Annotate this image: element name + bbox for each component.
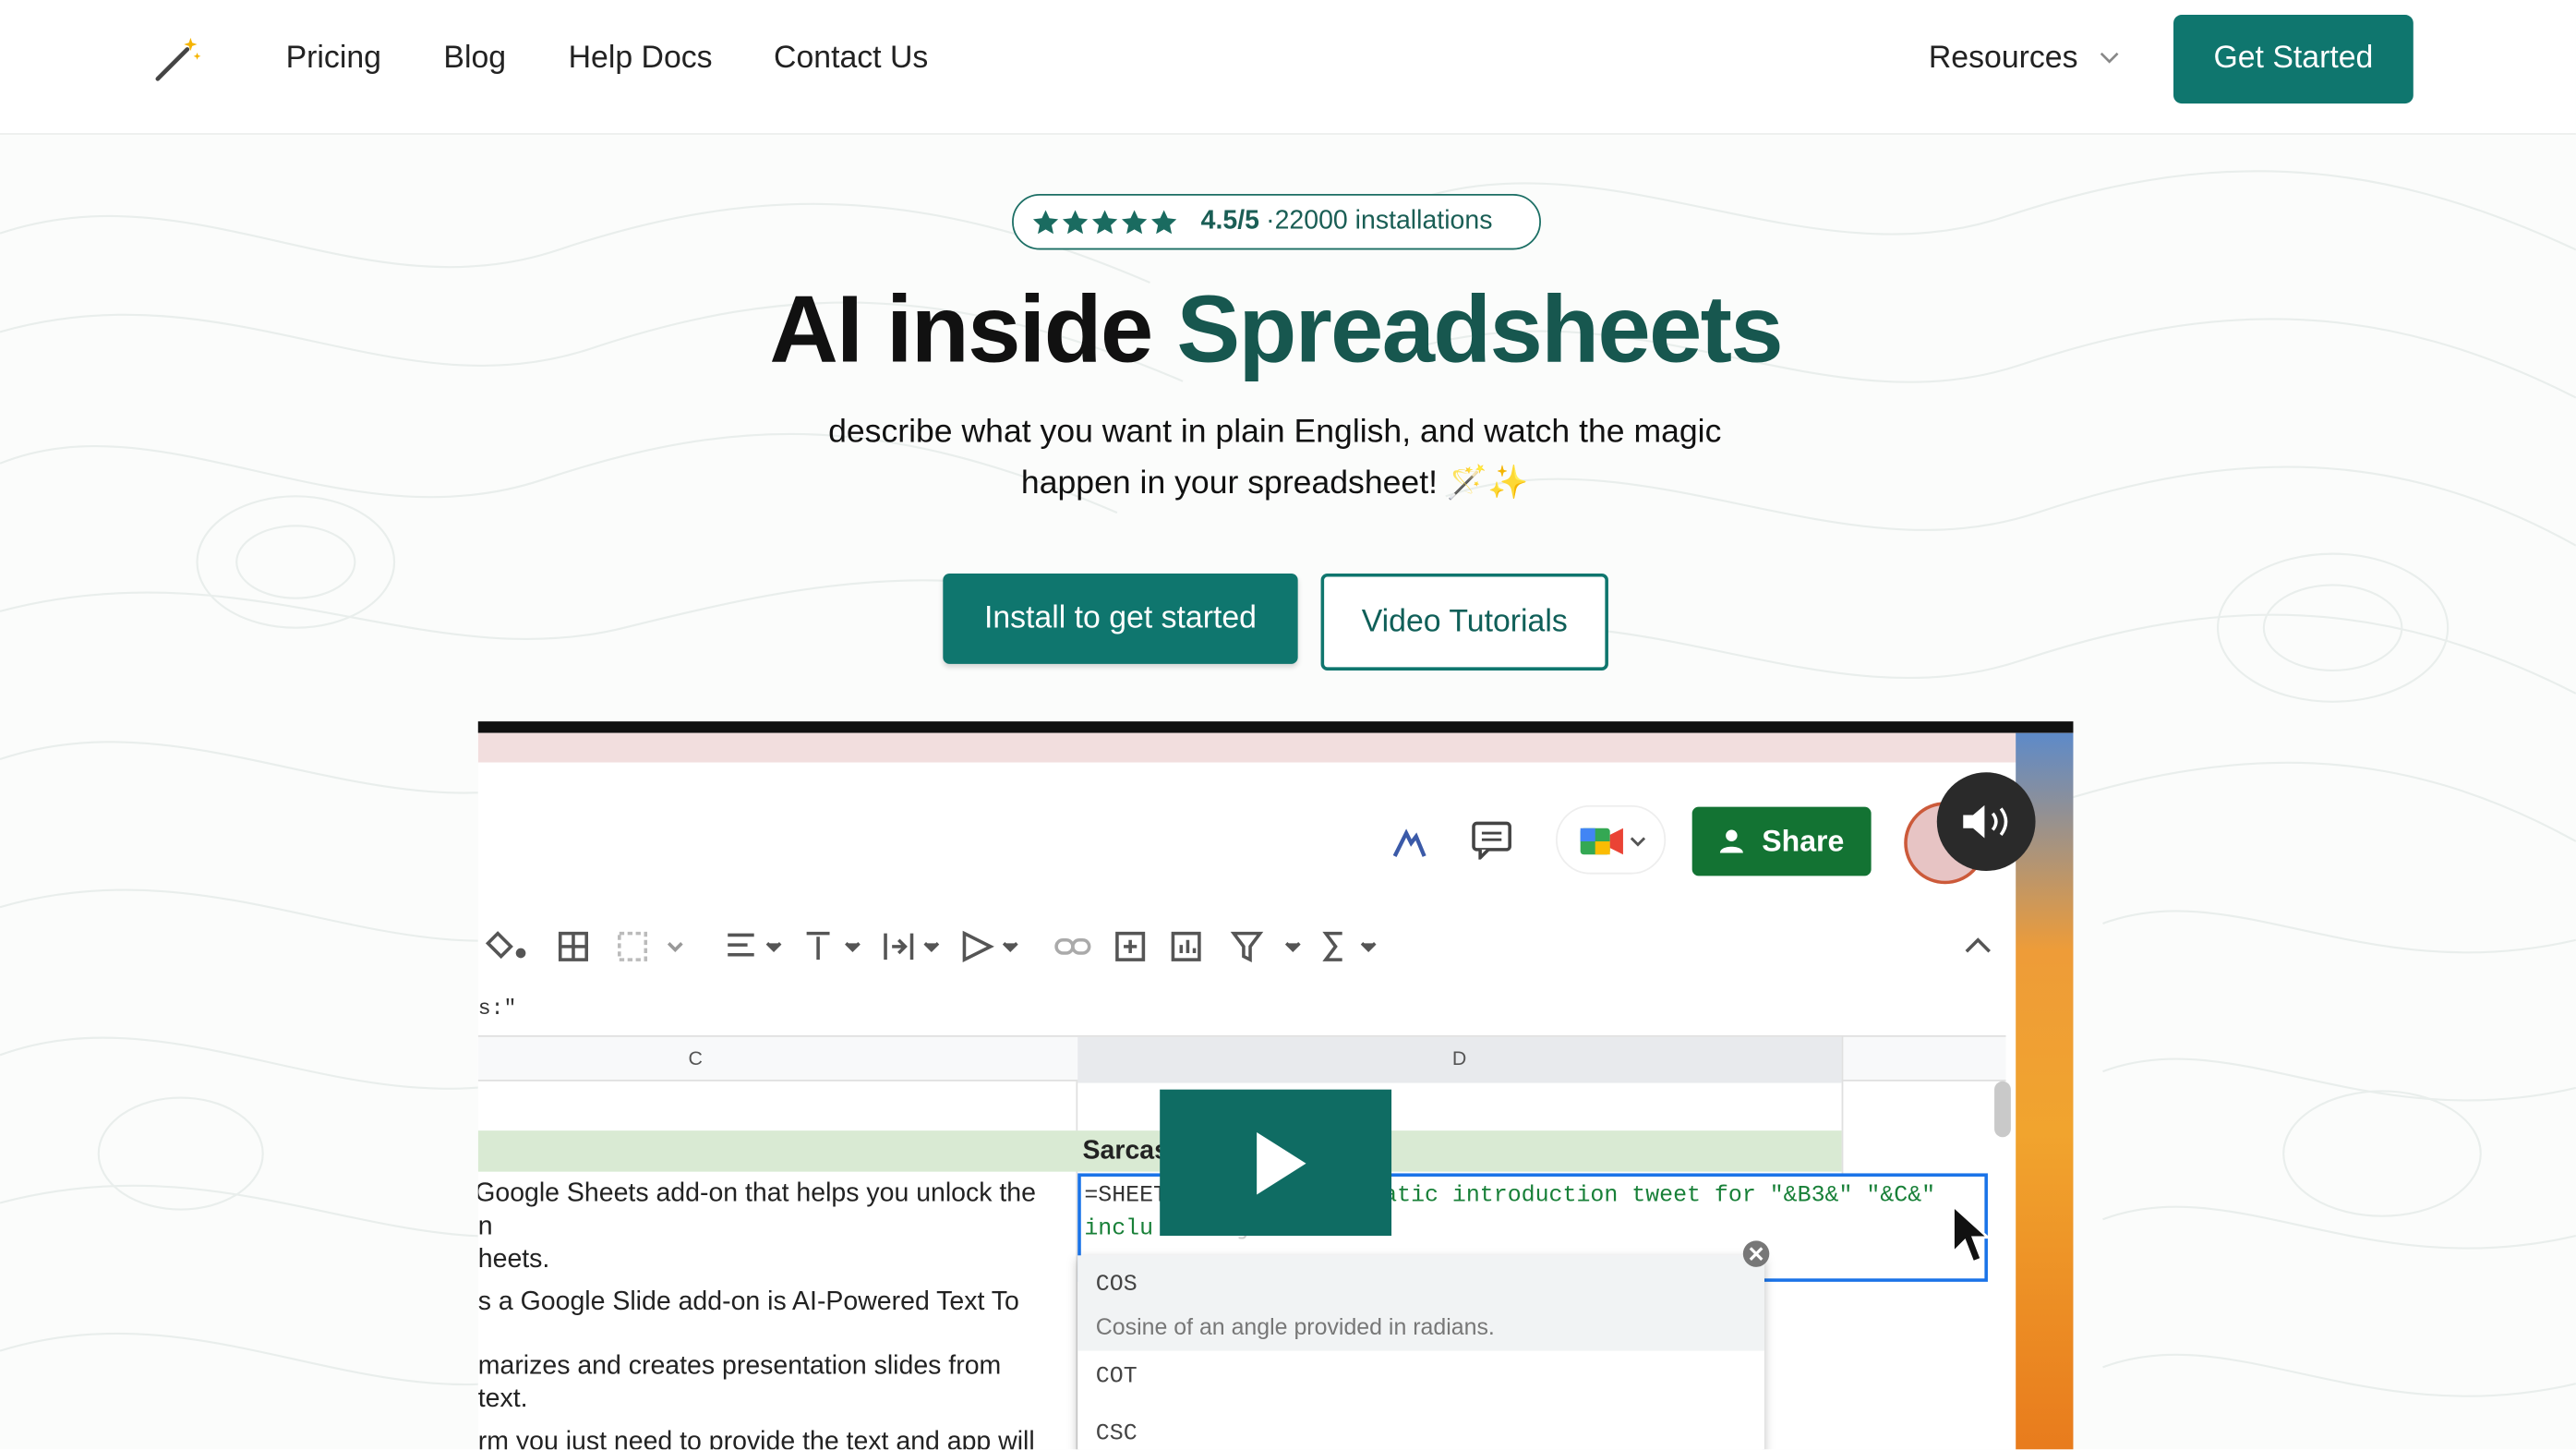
sheets-toolbar	[485, 930, 1991, 962]
hero-subtitle-line2: happen in your spreadsheet! 🪄✨	[1020, 465, 1529, 501]
column-headers: C D	[477, 1034, 2006, 1083]
video-camera-icon	[1580, 828, 1646, 855]
cell-text: Google Sheets add-on that helps you unlo…	[477, 1179, 1036, 1208]
hero-title-accent: Spreadsheets	[1176, 275, 1783, 383]
installation-count: ·22000 installations	[1266, 207, 1493, 236]
nav-link-blog[interactable]: Blog	[443, 40, 506, 79]
rating-score: 4.5/5	[1200, 207, 1260, 236]
meet-button[interactable]	[1555, 804, 1667, 875]
comment-icon[interactable]	[1470, 820, 1512, 860]
function-suggestions: COS Cosine of an angle provided in radia…	[1077, 1255, 1764, 1450]
column-d-header[interactable]: D	[1452, 1046, 1466, 1069]
play-icon	[1257, 1131, 1306, 1195]
suggestion-name[interactable]: COS	[1096, 1272, 1138, 1298]
sheet-scrollbar[interactable]	[1994, 1081, 2011, 1138]
top-navigation: Pricing Blog Help Docs Contact Us Resour…	[0, 0, 2576, 135]
formula-bar-fragment: s:"	[477, 996, 517, 1021]
get-started-button[interactable]: Get Started	[2173, 15, 2413, 104]
cell-text: text.	[477, 1384, 528, 1414]
column-c-header[interactable]: C	[689, 1046, 703, 1069]
grid-line	[1841, 1034, 1844, 1176]
cell-text: rm you just need to provide the text and…	[477, 1428, 1035, 1450]
demo-video[interactable]: Share s:" C D Sarcas Google Sheets add-o…	[477, 721, 2074, 1450]
activity-icon	[1392, 828, 1426, 857]
cell-text: marizes and creates presentation slides …	[477, 1352, 1002, 1381]
formula-text-c: inclu	[1084, 1215, 1154, 1243]
landing-page: Pricing Blog Help Docs Contact Us Resour…	[0, 0, 2576, 1450]
suggestion-desc: Cosine of an angle provided in radians.	[1095, 1312, 1495, 1340]
hero-subtitle-line1: describe what you want in plain English,…	[828, 414, 1722, 451]
mouse-cursor-icon	[1952, 1202, 1992, 1264]
person-add-icon	[1720, 829, 1744, 853]
close-circle-icon[interactable]	[1741, 1239, 1771, 1269]
nav-link-pricing[interactable]: Pricing	[286, 40, 381, 79]
magic-wand-icon[interactable]	[151, 33, 204, 86]
mac-menu-bar	[477, 732, 2074, 763]
cell-header-text: Sarcas	[1082, 1137, 1169, 1166]
hero-title: AI inside Spreadsheets	[0, 276, 2551, 384]
share-label: Share	[1762, 824, 1845, 857]
hero-subtitle: describe what you want in plain English,…	[782, 407, 1768, 509]
resources-dropdown[interactable]: Resources	[1929, 40, 2078, 79]
cell-text: heets.	[477, 1245, 550, 1274]
star-icon	[1032, 209, 1059, 234]
formula-text-a: =SHEET	[1084, 1183, 1168, 1210]
rating-badge: 4.5/5 ·22000 installations	[1012, 193, 1541, 250]
play-button[interactable]	[1160, 1089, 1392, 1237]
volume-button[interactable]	[1936, 772, 2036, 872]
formula-text-b: atic introduction tweet for "&B3&" "&C&"	[1383, 1183, 1936, 1210]
suggestion-name[interactable]: CSC	[1096, 1421, 1138, 1447]
suggestion-name[interactable]: COT	[1096, 1364, 1138, 1390]
cell-text: n	[477, 1213, 493, 1241]
cell-text: s a Google Slide add-on is AI-Powered Te…	[477, 1287, 1019, 1317]
install-button[interactable]: Install to get started	[943, 573, 1298, 664]
nav-link-contact-us[interactable]: Contact Us	[774, 40, 928, 79]
chevron-down-icon[interactable]	[2098, 46, 2121, 69]
hero-title-plain: AI inside	[769, 275, 1177, 383]
video-tutorials-button[interactable]: Video Tutorials	[1320, 573, 1608, 671]
star-icon	[1151, 209, 1177, 234]
star-icon	[1062, 209, 1089, 234]
share-button[interactable]: Share	[1691, 806, 1872, 876]
star-rating	[1031, 208, 1177, 236]
star-icon	[1091, 209, 1118, 234]
nav-link-help-docs[interactable]: Help Docs	[569, 40, 713, 79]
star-icon	[1121, 209, 1148, 234]
speaker-icon	[1963, 804, 2008, 839]
